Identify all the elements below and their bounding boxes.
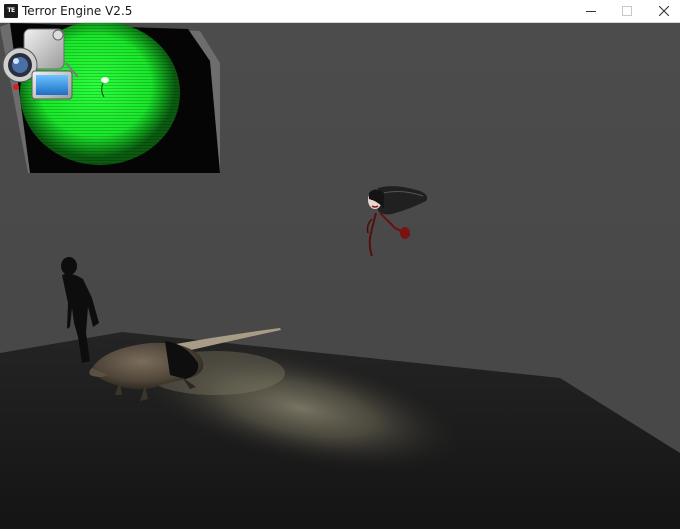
close-button[interactable] xyxy=(647,0,680,22)
maximize-icon xyxy=(622,6,632,16)
camcorder-icon xyxy=(2,28,79,100)
close-icon xyxy=(659,6,669,16)
floating-ghost-head xyxy=(366,186,428,257)
window-title: Terror Engine V2.5 xyxy=(22,4,133,18)
game-viewport[interactable] xyxy=(0,23,680,529)
maximize-button[interactable] xyxy=(610,0,644,22)
app-logo-icon: TE xyxy=(4,4,18,18)
minimize-icon xyxy=(586,11,596,12)
app-window: TE Terror Engine V2.5 xyxy=(0,0,680,529)
minimize-button[interactable] xyxy=(574,0,608,22)
title-bar[interactable]: TE Terror Engine V2.5 xyxy=(0,0,680,23)
